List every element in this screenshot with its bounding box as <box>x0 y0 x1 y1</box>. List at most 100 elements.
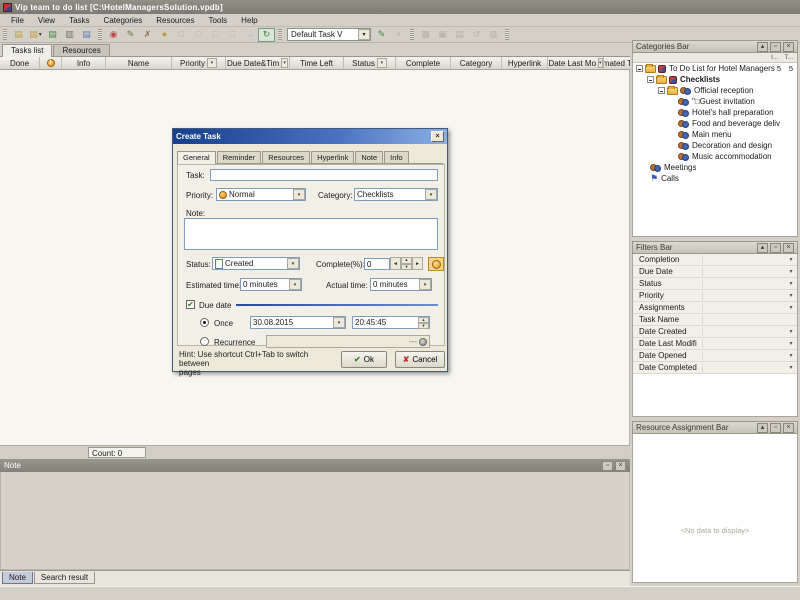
dialog-titlebar[interactable]: Create Task × <box>173 129 447 144</box>
tab-reminder[interactable]: Reminder <box>217 151 262 163</box>
close-icon[interactable]: × <box>783 243 794 253</box>
filter-assignments[interactable]: Assignments▾ <box>633 302 797 314</box>
column-done[interactable]: Done <box>0 57 40 69</box>
column-priority[interactable]: Priority▾ <box>172 57 226 69</box>
filter-date-opened[interactable]: Date Opened▾ <box>633 350 797 362</box>
open-list-icon[interactable]: ▤▾ <box>27 28 44 42</box>
tab-note[interactable]: Note <box>2 572 33 584</box>
complete-spinner[interactable]: ▲▼ <box>401 257 412 270</box>
chevron-down-icon[interactable]: ▾ <box>425 189 437 200</box>
once-time-spinbox[interactable]: 20:45:45 ▲▼ <box>352 316 430 329</box>
comment-icon[interactable]: ▣ <box>434 28 451 42</box>
collapse-expander-icon[interactable] <box>658 87 665 94</box>
tree-item-calls[interactable]: ⚑ Calls <box>633 173 797 184</box>
collapse-icon[interactable]: ▴ <box>757 423 768 433</box>
note-panel-body[interactable] <box>0 472 630 570</box>
menu-view[interactable]: View <box>31 15 62 26</box>
menu-resources[interactable]: Resources <box>149 15 201 26</box>
once-radio[interactable] <box>200 318 209 327</box>
undo-icon[interactable]: ↺ <box>468 28 485 42</box>
category-combo[interactable]: Checklists ▾ <box>354 188 438 201</box>
filter-status[interactable]: Status▾ <box>633 278 797 290</box>
estimated-time-combo[interactable]: 0 minutes ▾ <box>240 278 302 291</box>
copy-icon[interactable]: □ <box>190 28 207 42</box>
save-list-icon[interactable]: ▤ <box>44 28 61 42</box>
menu-tools[interactable]: Tools <box>201 15 234 26</box>
column-category[interactable]: Category <box>451 57 502 69</box>
filter-priority[interactable]: Priority▾ <box>633 290 797 302</box>
tree-item-checklists[interactable]: Checklists <box>633 74 797 85</box>
column-hyperlink[interactable]: Hyperlink <box>502 57 548 69</box>
priority-filter-icon[interactable]: ▾ <box>207 58 217 68</box>
once-date-combo[interactable]: 30.08.2015 ▾ <box>250 316 346 329</box>
column-info[interactable]: Info <box>62 57 106 69</box>
menu-categories[interactable]: Categories <box>97 15 150 26</box>
column-status[interactable]: Status▾ <box>344 57 396 69</box>
edit-view-icon[interactable]: ✎ <box>373 28 390 42</box>
note-textarea[interactable] <box>184 218 438 250</box>
status-filter-icon[interactable]: ▾ <box>377 58 387 68</box>
task-view-combo[interactable]: Default Task V ▾ <box>287 28 371 41</box>
collapse-icon[interactable]: ▴ <box>757 243 768 253</box>
tab-hyperlink[interactable]: Hyperlink <box>311 151 354 163</box>
chevron-down-icon[interactable]: ▾ <box>293 189 305 200</box>
pin-icon[interactable]: ▫ <box>770 42 781 52</box>
filter-due-date[interactable]: Due Date▾ <box>633 266 797 278</box>
column-due-date[interactable]: Due Date&Tim▾ <box>226 57 290 69</box>
due-date-checkbox[interactable]: ✔ <box>186 300 195 309</box>
tree-item-main-menu[interactable]: Main menu <box>633 129 797 140</box>
delete-view-icon[interactable]: × <box>390 28 407 42</box>
chevron-down-icon[interactable]: ▾ <box>785 304 797 311</box>
complete-input[interactable] <box>364 258 390 270</box>
tab-search-result[interactable]: Search result <box>34 572 95 584</box>
print-icon[interactable]: ▥ <box>61 28 78 42</box>
spin-down-icon[interactable]: ▼ <box>401 264 412 271</box>
tree-item-root[interactable]: To Do List for Hotel Managers 5 5 <box>633 63 797 74</box>
column-alert[interactable]: ! <box>40 57 62 69</box>
decrease-icon[interactable]: ◄ <box>390 257 401 270</box>
chevron-down-icon[interactable]: ▾ <box>333 317 345 328</box>
filter-completion[interactable]: Completion▾ <box>633 254 797 266</box>
pin-icon[interactable]: ▫ <box>770 243 781 253</box>
tab-resources[interactable]: Resources <box>53 44 109 56</box>
tab-note[interactable]: Note <box>355 151 383 163</box>
collapse-expander-icon[interactable] <box>636 65 643 72</box>
toolbar-grip[interactable] <box>410 29 414 40</box>
priority-combo[interactable]: Normal ▾ <box>216 188 306 201</box>
tree-item-decoration-design[interactable]: Decoration and design <box>633 140 797 151</box>
chevron-down-icon[interactable]: ▾ <box>785 268 797 275</box>
task-input[interactable] <box>210 169 438 181</box>
tab-tasks-list[interactable]: Tasks list <box>2 44 52 57</box>
column-time-left[interactable]: Time Left <box>290 57 344 69</box>
chevron-down-icon[interactable]: ▾ <box>785 256 797 263</box>
chevron-down-icon[interactable]: ▾ <box>785 364 797 371</box>
tree-item-guest-invitation[interactable]: "□Guest invitation <box>633 96 797 107</box>
chevron-down-icon[interactable]: ▾ <box>419 279 431 290</box>
recurrence-radio[interactable] <box>200 337 209 346</box>
close-icon[interactable]: × <box>615 461 626 471</box>
cut-icon[interactable]: □ <box>173 28 190 42</box>
task-view-dropdown-icon[interactable]: ▾ <box>358 29 370 40</box>
chevron-down-icon[interactable]: ▾ <box>287 258 299 269</box>
ok-button[interactable]: ✔ Ok <box>341 351 387 368</box>
columns-icon[interactable]: ▦ <box>417 28 434 42</box>
open-dropdown-icon[interactable]: ▾ <box>39 32 42 38</box>
chevron-down-icon[interactable]: ▾ <box>785 280 797 287</box>
tree-item-music-accommodation[interactable]: Music accommodation <box>633 151 797 162</box>
menu-file[interactable]: File <box>4 15 31 26</box>
filter-date-created[interactable]: Date Created▾ <box>633 326 797 338</box>
menu-help[interactable]: Help <box>234 15 264 26</box>
filter-date-completed[interactable]: Date Completed▾ <box>633 362 797 374</box>
chevron-down-icon[interactable]: ▾ <box>785 340 797 347</box>
collapse-expander-icon[interactable] <box>647 76 654 83</box>
due-date-filter-icon[interactable]: ▾ <box>281 58 288 68</box>
chevron-down-icon[interactable]: ▾ <box>785 328 797 335</box>
group-icon[interactable]: ▤ <box>451 28 468 42</box>
time-spinner[interactable]: ▲▼ <box>418 317 429 328</box>
delete-task-icon[interactable]: ✗ <box>139 28 156 42</box>
close-icon[interactable]: × <box>783 423 794 433</box>
tab-info[interactable]: Info <box>384 151 409 163</box>
refresh-icon[interactable]: ↻ <box>258 28 275 42</box>
menu-tasks[interactable]: Tasks <box>62 15 96 26</box>
close-icon[interactable]: × <box>431 131 444 142</box>
